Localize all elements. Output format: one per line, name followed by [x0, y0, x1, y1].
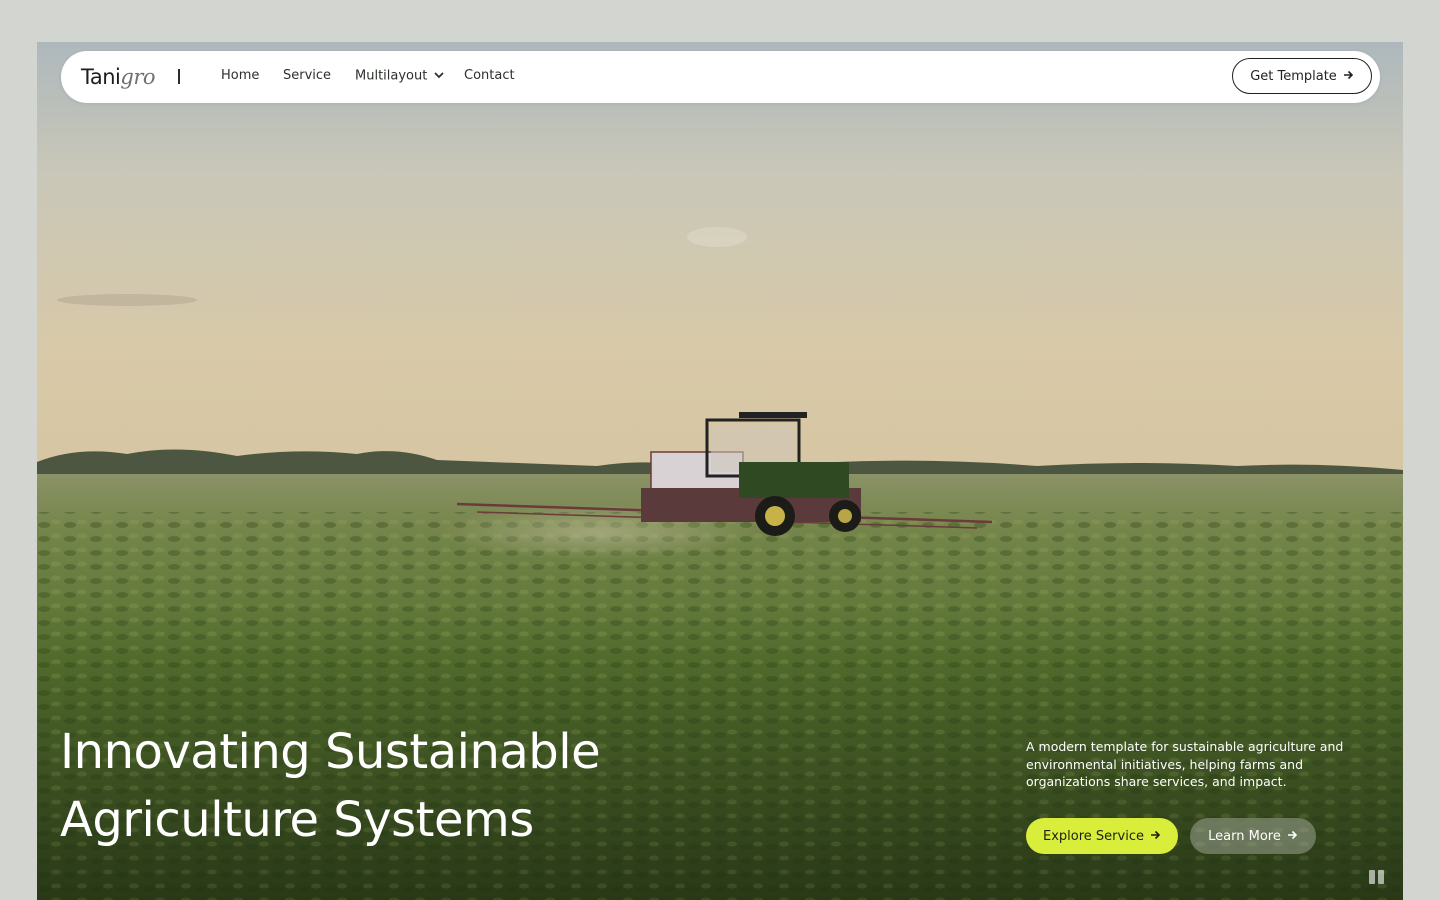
- chevron-down-icon: [434, 67, 445, 85]
- site-logo[interactable]: Tanigro: [81, 63, 155, 91]
- get-template-label: Get Template: [1250, 68, 1337, 84]
- get-template-button[interactable]: Get Template: [1232, 58, 1372, 94]
- learn-more-button[interactable]: Learn More: [1190, 818, 1316, 854]
- pause-icon[interactable]: [1369, 870, 1385, 884]
- top-navbar: Tanigro Home Service Multilayout Contact…: [61, 51, 1380, 103]
- hero-title: Innovating Sustainable Agriculture Syste…: [60, 718, 700, 854]
- nav-link-multilayout[interactable]: Multilayout: [355, 67, 445, 86]
- logo-wordmark-part2: gro: [120, 65, 155, 89]
- page-frame: Tanigro Home Service Multilayout Contact…: [37, 42, 1403, 900]
- explore-service-label: Explore Service: [1043, 828, 1144, 844]
- hero-description: A modern template for sustainable agricu…: [1026, 739, 1344, 789]
- nav-link-multilayout-label: Multilayout: [355, 68, 428, 84]
- learn-more-label: Learn More: [1208, 828, 1281, 844]
- arrow-right-icon: [1150, 829, 1161, 844]
- hero-title-line2: Agriculture Systems: [60, 792, 534, 848]
- nav-link-contact[interactable]: Contact: [464, 67, 515, 85]
- nav-divider: [178, 69, 180, 84]
- hero-title-line1: Innovating Sustainable: [60, 724, 601, 780]
- arrow-right-icon: [1287, 829, 1298, 844]
- arrow-right-icon: [1343, 69, 1354, 84]
- nav-link-home[interactable]: Home: [221, 67, 259, 85]
- nav-link-service[interactable]: Service: [283, 67, 331, 85]
- logo-wordmark-part1: Tani: [81, 65, 121, 89]
- explore-service-button[interactable]: Explore Service: [1026, 818, 1178, 854]
